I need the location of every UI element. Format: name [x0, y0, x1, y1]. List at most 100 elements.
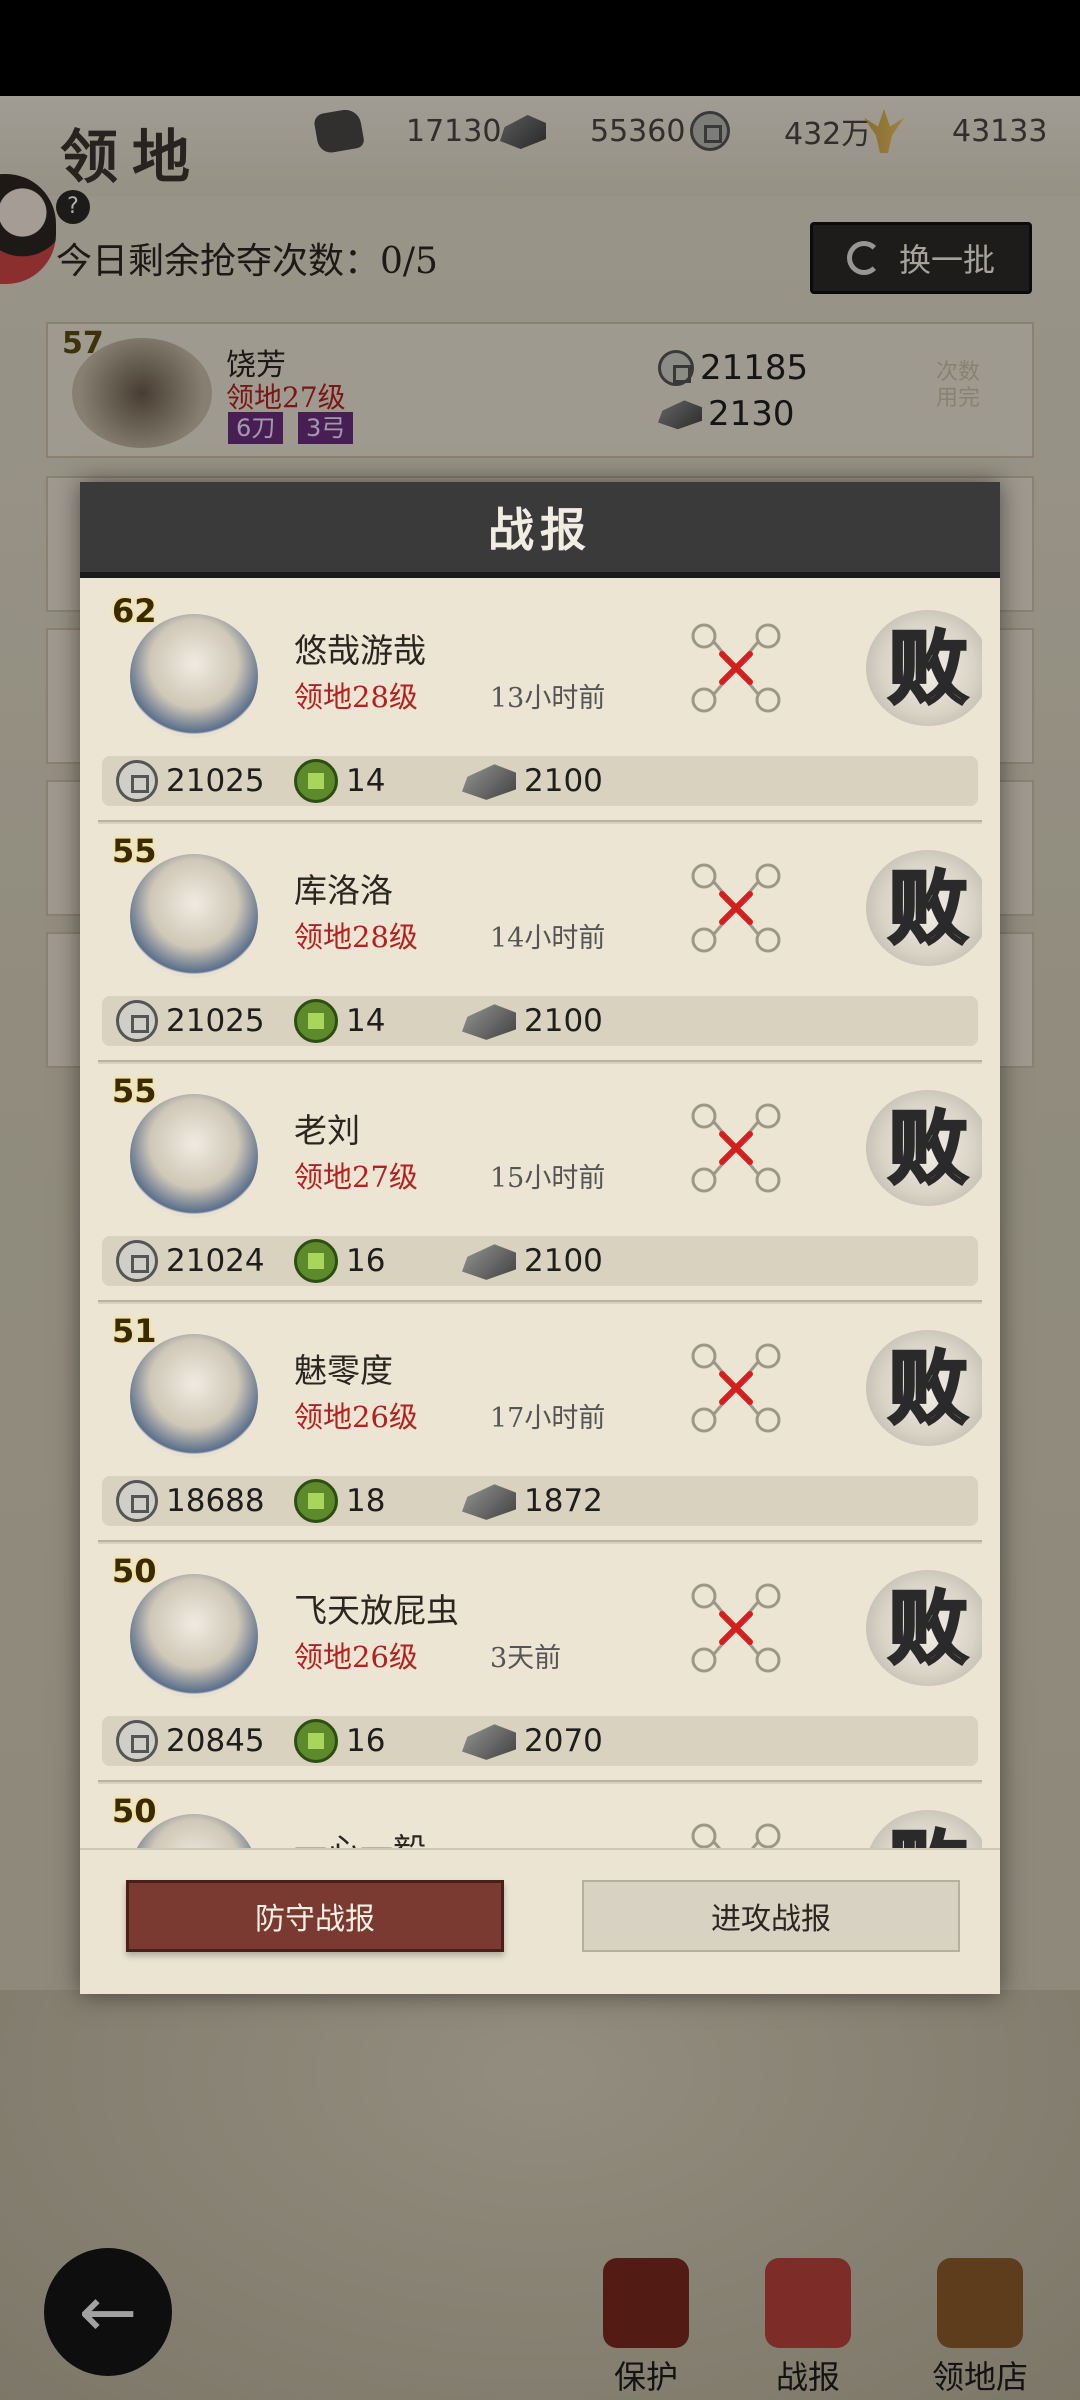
jade-icon: [294, 999, 338, 1043]
opponent-portrait: [130, 614, 258, 738]
battle-report-dialog: 战报 62 悠哉游哉 领地28级 13小时前 败 21025 14 2100 5…: [80, 482, 1000, 1994]
battle-time: 14小时前: [490, 923, 606, 954]
reward-coins-value: 18688: [166, 1483, 265, 1519]
opponent-name: 魅零度: [294, 1351, 393, 1390]
status-bar: [0, 0, 1080, 96]
opponent-level: 51: [112, 1312, 157, 1350]
reward-coins: 21024: [116, 1240, 265, 1282]
jade-icon: [294, 759, 338, 803]
coin-icon: [116, 1480, 158, 1522]
reward-ingots-value: 2100: [524, 1243, 603, 1279]
battle-report-entry[interactable]: 62 悠哉游哉 领地28级 13小时前 败 21025 14 2100: [98, 584, 982, 824]
opponent-portrait: [130, 1094, 258, 1218]
reward-jade-value: 14: [346, 1003, 386, 1039]
opponent-level: 50: [112, 1792, 157, 1830]
defeat-badge: 败: [866, 1090, 982, 1206]
battle-time: 13小时前: [490, 683, 606, 714]
ingot-icon: [462, 1484, 516, 1520]
reward-jade-value: 14: [346, 763, 386, 799]
reward-ingots-value: 2100: [524, 763, 603, 799]
jade-icon: [294, 1239, 338, 1283]
opponent-name: 飞天放屁虫: [294, 1591, 459, 1630]
reward-jade: 16: [294, 1719, 385, 1763]
tab-defense-reports[interactable]: 防守战报: [126, 1880, 504, 1952]
opponent-level: 50: [112, 1552, 157, 1590]
reward-jade: 16: [294, 1239, 385, 1283]
defeat-badge: 败: [866, 1810, 982, 1848]
battle-report-entry[interactable]: 50 一心一毅 败: [98, 1784, 982, 1848]
reward-coins-value: 21025: [166, 763, 265, 799]
opponent-portrait: [130, 1334, 258, 1458]
dialog-title: 战报: [488, 503, 592, 557]
dialog-footer: 防守战报 进攻战报: [80, 1848, 1000, 1994]
battle-diagram-icon: [688, 1340, 784, 1436]
reward-coins-value: 21025: [166, 1003, 265, 1039]
jade-icon: [294, 1479, 338, 1523]
opponent-territory-level: 领地28级: [294, 680, 418, 714]
reward-ingots: 2100: [462, 1000, 603, 1042]
reward-ingots: 2100: [462, 1240, 603, 1282]
opponent-name: 老刘: [294, 1111, 360, 1150]
opponent-level: 62: [112, 592, 157, 630]
opponent-territory-level: 领地28级: [294, 920, 418, 954]
reward-bar: 21024 16 2100: [102, 1236, 978, 1286]
opponent-name: 悠哉游哉: [294, 631, 426, 670]
opponent-name: 一心一毅: [294, 1824, 426, 1848]
reward-bar: 20845 16 2070: [102, 1716, 978, 1766]
ingot-icon: [462, 1724, 516, 1760]
ingot-icon: [462, 1004, 516, 1040]
opponent-territory-level: 领地27级: [294, 1160, 418, 1194]
battle-time: 17小时前: [490, 1403, 606, 1434]
opponent-territory-level: 领地26级: [294, 1400, 418, 1434]
defeat-badge: 败: [866, 1570, 982, 1686]
reward-jade: 18: [294, 1479, 385, 1523]
opponent-level: 55: [112, 832, 157, 870]
reward-coins: 21025: [116, 760, 265, 802]
opponent-portrait: [130, 854, 258, 978]
battle-report-entry[interactable]: 50 飞天放屁虫 领地26级 3天前 败 20845 16 2070: [98, 1544, 982, 1784]
battle-report-entry[interactable]: 55 老刘 领地27级 15小时前 败 21024 16 2100: [98, 1064, 982, 1304]
battle-report-entry[interactable]: 55 库洛洛 领地28级 14小时前 败 21025 14 2100: [98, 824, 982, 1064]
reward-coins-value: 21024: [166, 1243, 265, 1279]
battle-diagram-icon: [688, 860, 784, 956]
ingot-icon: [462, 1244, 516, 1280]
tab-attack-reports[interactable]: 进攻战报: [582, 1880, 960, 1952]
reward-jade-value: 18: [346, 1483, 386, 1519]
reward-jade-value: 16: [346, 1243, 386, 1279]
defeat-badge: 败: [866, 850, 982, 966]
battle-time: 15小时前: [490, 1163, 606, 1194]
reward-jade: 14: [294, 999, 385, 1043]
coin-icon: [116, 1240, 158, 1282]
reward-ingots-value: 2100: [524, 1003, 603, 1039]
coin-icon: [116, 760, 158, 802]
battle-diagram-icon: [688, 1100, 784, 1196]
reward-jade-value: 16: [346, 1723, 386, 1759]
ingot-icon: [462, 764, 516, 800]
reward-coins: 18688: [116, 1480, 265, 1522]
reward-ingots-value: 2070: [524, 1723, 603, 1759]
opponent-portrait: [130, 1574, 258, 1698]
reward-ingots: 1872: [462, 1480, 603, 1522]
battle-report-list[interactable]: 62 悠哉游哉 领地28级 13小时前 败 21025 14 2100 55 库…: [98, 578, 982, 1848]
battle-diagram-icon: [688, 1580, 784, 1676]
reward-ingots: 2100: [462, 760, 603, 802]
reward-coins: 21025: [116, 1000, 265, 1042]
reward-jade: 14: [294, 759, 385, 803]
reward-coins-value: 20845: [166, 1723, 265, 1759]
defeat-badge: 败: [866, 610, 982, 726]
reward-bar: 18688 18 1872: [102, 1476, 978, 1526]
opponent-name: 库洛洛: [294, 871, 393, 910]
coin-icon: [116, 1720, 158, 1762]
battle-diagram-icon: [688, 1820, 784, 1848]
opponent-level: 55: [112, 1072, 157, 1110]
reward-coins: 20845: [116, 1720, 265, 1762]
opponent-territory-level: 领地26级: [294, 1640, 418, 1674]
reward-ingots-value: 1872: [524, 1483, 603, 1519]
battle-diagram-icon: [688, 620, 784, 716]
battle-report-entry[interactable]: 51 魅零度 领地26级 17小时前 败 18688 18 1872: [98, 1304, 982, 1544]
battle-time: 3天前: [490, 1643, 562, 1674]
reward-bar: 21025 14 2100: [102, 756, 978, 806]
jade-icon: [294, 1719, 338, 1763]
defeat-badge: 败: [866, 1330, 982, 1446]
reward-ingots: 2070: [462, 1720, 603, 1762]
